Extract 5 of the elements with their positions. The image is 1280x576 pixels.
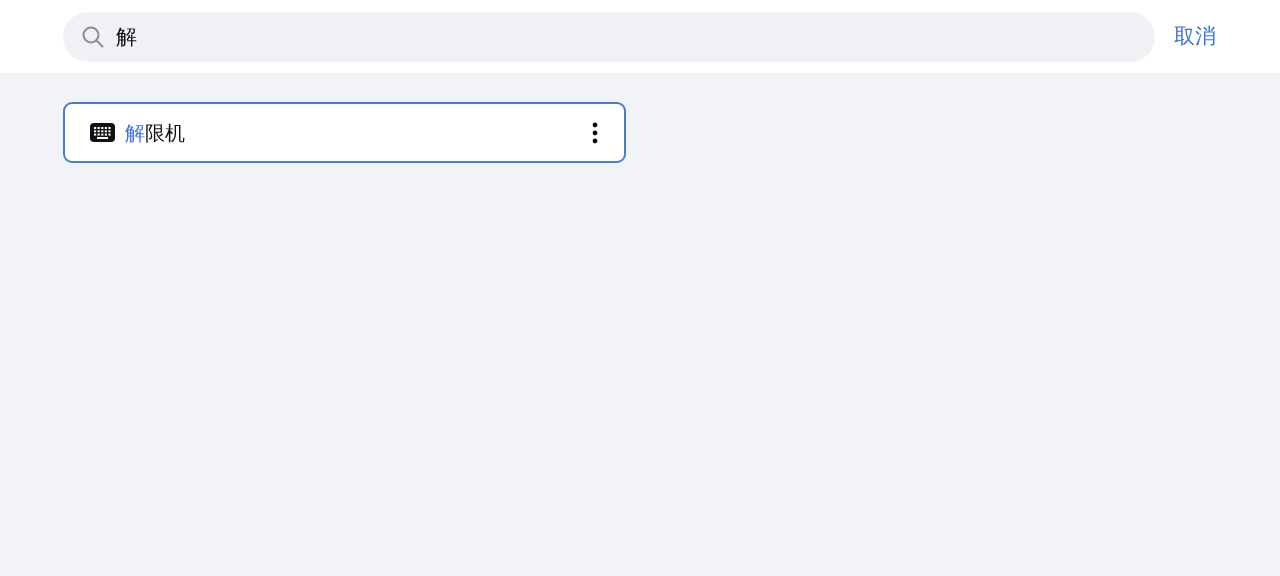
result-item[interactable]: 解限机 xyxy=(63,102,626,163)
cancel-button[interactable]: 取消 xyxy=(1173,20,1217,53)
search-field[interactable]: 解 xyxy=(63,11,1155,62)
result-title: 解限机 xyxy=(125,119,185,147)
keyboard-icon xyxy=(90,123,115,142)
